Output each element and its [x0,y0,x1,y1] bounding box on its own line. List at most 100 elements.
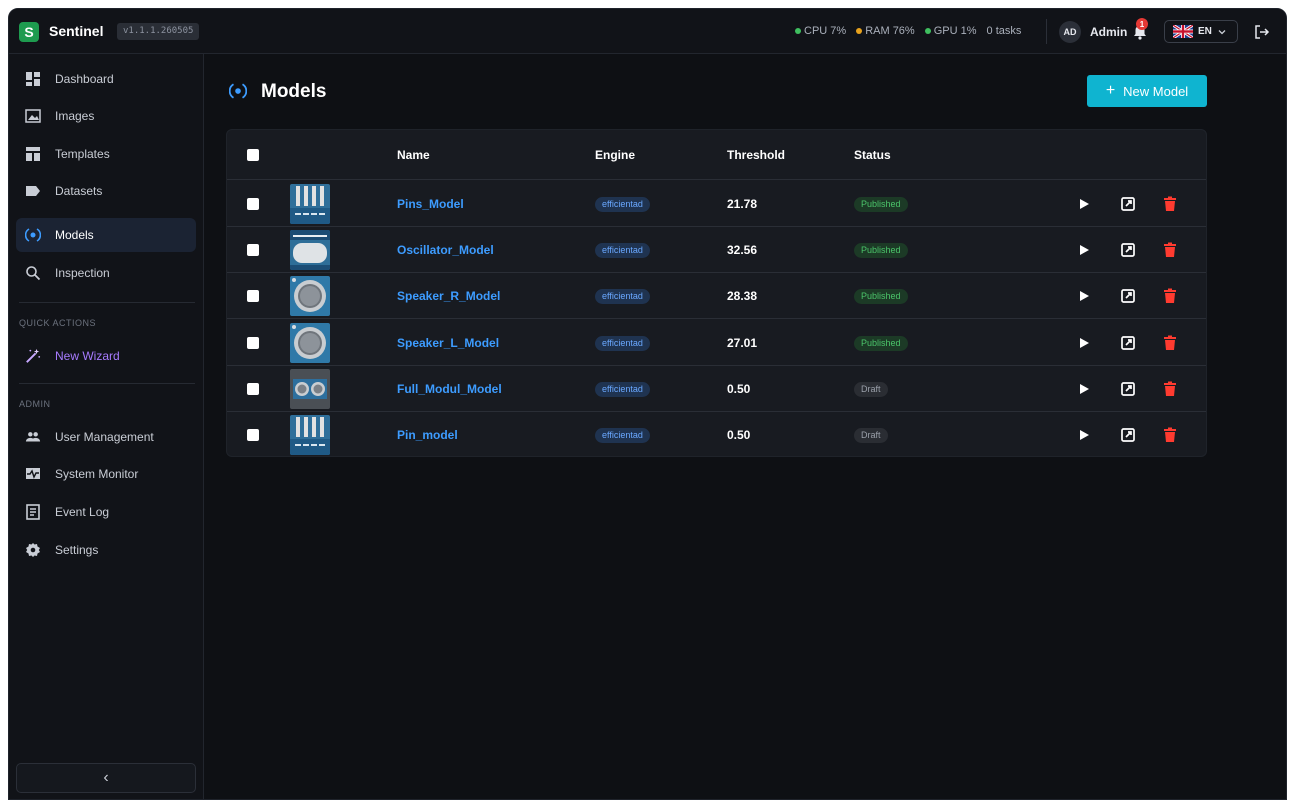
delete-icon[interactable] [1161,287,1179,305]
sidebar-collapse-button[interactable]: ‹ [16,763,196,793]
table-row[interactable]: Full_Modul_Model efficientad 0.50 Draft [227,366,1206,412]
page-title: Models [261,81,327,102]
column-status[interactable]: Status [854,148,891,162]
engine-badge: efficientad [595,243,650,259]
model-name-link[interactable]: Pin_model [397,428,458,442]
edit-icon[interactable] [1119,287,1137,305]
cpu-status-dot [795,28,801,34]
model-thumbnail [290,322,330,363]
page-header: Models [228,81,327,103]
column-threshold[interactable]: Threshold [727,148,785,162]
delete-icon[interactable] [1161,426,1179,444]
row-checkbox[interactable] [247,198,259,210]
model-thumbnail [290,368,330,409]
column-engine[interactable]: Engine [595,148,635,162]
language-select[interactable]: EN [1164,20,1238,43]
sidebar-item-dashboard[interactable]: Dashboard [16,62,196,96]
tasks-metric: 0 tasks [986,25,1022,37]
sidebar-divider [19,383,195,384]
delete-icon[interactable] [1161,241,1179,259]
play-icon[interactable] [1075,380,1093,398]
row-checkbox[interactable] [247,336,259,349]
table-row[interactable]: Pin_model efficientad 0.50 Draft [227,412,1206,458]
column-name[interactable]: Name [397,148,430,162]
new-model-button[interactable]: + New Model [1087,75,1207,107]
edit-icon[interactable] [1119,426,1137,444]
engine-badge: efficientad [595,381,650,397]
tag-icon [25,183,41,199]
row-checkbox[interactable] [247,429,259,441]
sidebar-item-label: Images [55,109,95,123]
templates-icon [25,146,41,162]
sidebar-item-inspection[interactable]: Inspection [16,256,196,290]
delete-icon[interactable] [1161,380,1179,398]
sidebar-item-label: New Wizard [55,349,120,363]
sidebar-item-label: Event Log [55,505,110,519]
sidebar-item-user-management[interactable]: User Management [16,420,196,454]
app-window: S Sentinel v1.1.1.260505 CPU 7% RAM 76% … [8,8,1287,800]
delete-icon[interactable] [1161,195,1179,213]
notification-badge: 1 [1136,18,1148,30]
engine-badge: efficientad [595,289,650,305]
delete-icon[interactable] [1161,334,1179,352]
sidebar-item-label: Dashboard [55,72,114,86]
logout-icon[interactable] [1253,23,1271,41]
play-icon[interactable] [1075,287,1093,305]
table-row[interactable]: Speaker_R_Model efficientad 28.38 Published [227,273,1206,320]
log-icon [25,504,41,520]
threshold-value: 0.50 [727,428,751,442]
sidebar-item-event-log[interactable]: Event Log [16,495,196,529]
app-name: Sentinel [49,23,104,39]
play-icon[interactable] [1075,426,1093,444]
edit-icon[interactable] [1119,334,1137,352]
model-name-link[interactable]: Speaker_L_Model [397,336,499,350]
play-icon[interactable] [1075,334,1093,352]
table-row[interactable]: Pins_Model efficientad 21.78 Published [227,181,1206,227]
model-name-link[interactable]: Speaker_R_Model [397,289,500,303]
user-name[interactable]: Admin [1090,25,1127,39]
sidebar-item-settings[interactable]: Settings [16,533,196,567]
edit-icon[interactable] [1119,195,1137,213]
table-row[interactable]: Oscillator_Model efficientad 32.56 Publishe… [227,227,1206,274]
sidebar-item-templates[interactable]: Templates [16,137,196,171]
model-thumbnail [290,230,330,271]
row-checkbox[interactable] [247,244,259,257]
sidebar-item-datasets[interactable]: Datasets [16,174,196,208]
threshold-value: 0.50 [727,381,751,396]
gpu-status-dot [924,28,931,34]
play-icon[interactable] [1075,195,1093,213]
sidebar-item-images[interactable]: Images [16,99,196,133]
status-badge: Draft [854,381,888,397]
row-checkbox[interactable] [247,290,259,303]
sidebar-item-models[interactable]: Models [16,218,196,252]
model-name-link[interactable]: Oscillator_Model [397,243,494,257]
sidebar-item-new-wizard[interactable]: New Wizard [16,339,196,373]
models-table: Name Engine Threshold Status Pins_Model e… [226,129,1207,457]
table-row[interactable]: Speaker_L_Model efficientad 27.01 Published [227,320,1206,366]
model-name-link[interactable]: Full_Modul_Model [397,382,502,396]
select-all-checkbox[interactable] [247,149,259,161]
gpu-metric: GPU 1% [924,25,977,37]
engine-badge: efficientad [595,428,650,443]
image-icon [25,108,41,124]
row-checkbox[interactable] [247,382,259,395]
edit-icon[interactable] [1119,380,1137,398]
chevron-left-icon: ‹ [103,769,109,786]
language-label: EN [1198,26,1212,37]
edit-icon[interactable] [1119,241,1137,259]
new-model-label: New Model [1123,83,1189,99]
monitor-icon [25,466,41,482]
sidebar-item-label: User Management [55,430,154,444]
admin-heading: ADMIN [19,399,51,409]
model-name-link[interactable]: Pins_Model [397,197,464,211]
sidebar-item-system-monitor[interactable]: System Monitor [16,457,196,491]
topbar-divider [1046,19,1047,44]
app-logo[interactable]: S [19,22,39,42]
ram-status-dot [856,28,863,34]
ram-metric-label: RAM 76% [865,25,915,37]
avatar[interactable]: AD [1059,21,1081,43]
dashboard-icon [25,71,41,87]
sidebar-item-label: Settings [55,543,99,557]
status-badge: Draft [854,428,888,443]
play-icon[interactable] [1075,241,1093,259]
